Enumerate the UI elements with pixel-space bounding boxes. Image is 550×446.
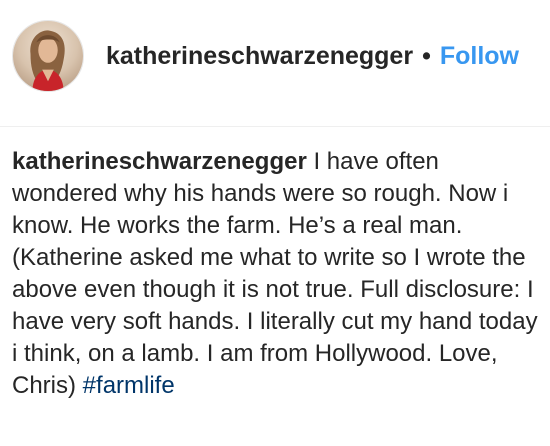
author-username-link[interactable]: katherineschwarzenegger	[106, 38, 413, 74]
profile-photo-icon	[13, 21, 83, 91]
header-divider	[0, 126, 550, 127]
separator-dot: •	[422, 42, 431, 70]
post-header-line: katherineschwarzenegger • Follow	[106, 38, 519, 74]
hashtag-link[interactable]: #farmlife	[83, 372, 175, 399]
post-header: katherineschwarzenegger • Follow	[0, 0, 550, 112]
follow-button[interactable]: Follow	[440, 38, 519, 74]
avatar[interactable]	[12, 20, 84, 92]
post-caption: katherineschwarzenegger I have often won…	[12, 146, 542, 402]
caption-username-link[interactable]: katherineschwarzenegger	[12, 148, 307, 175]
caption-text: I have often wondered why his hands were…	[12, 148, 538, 399]
